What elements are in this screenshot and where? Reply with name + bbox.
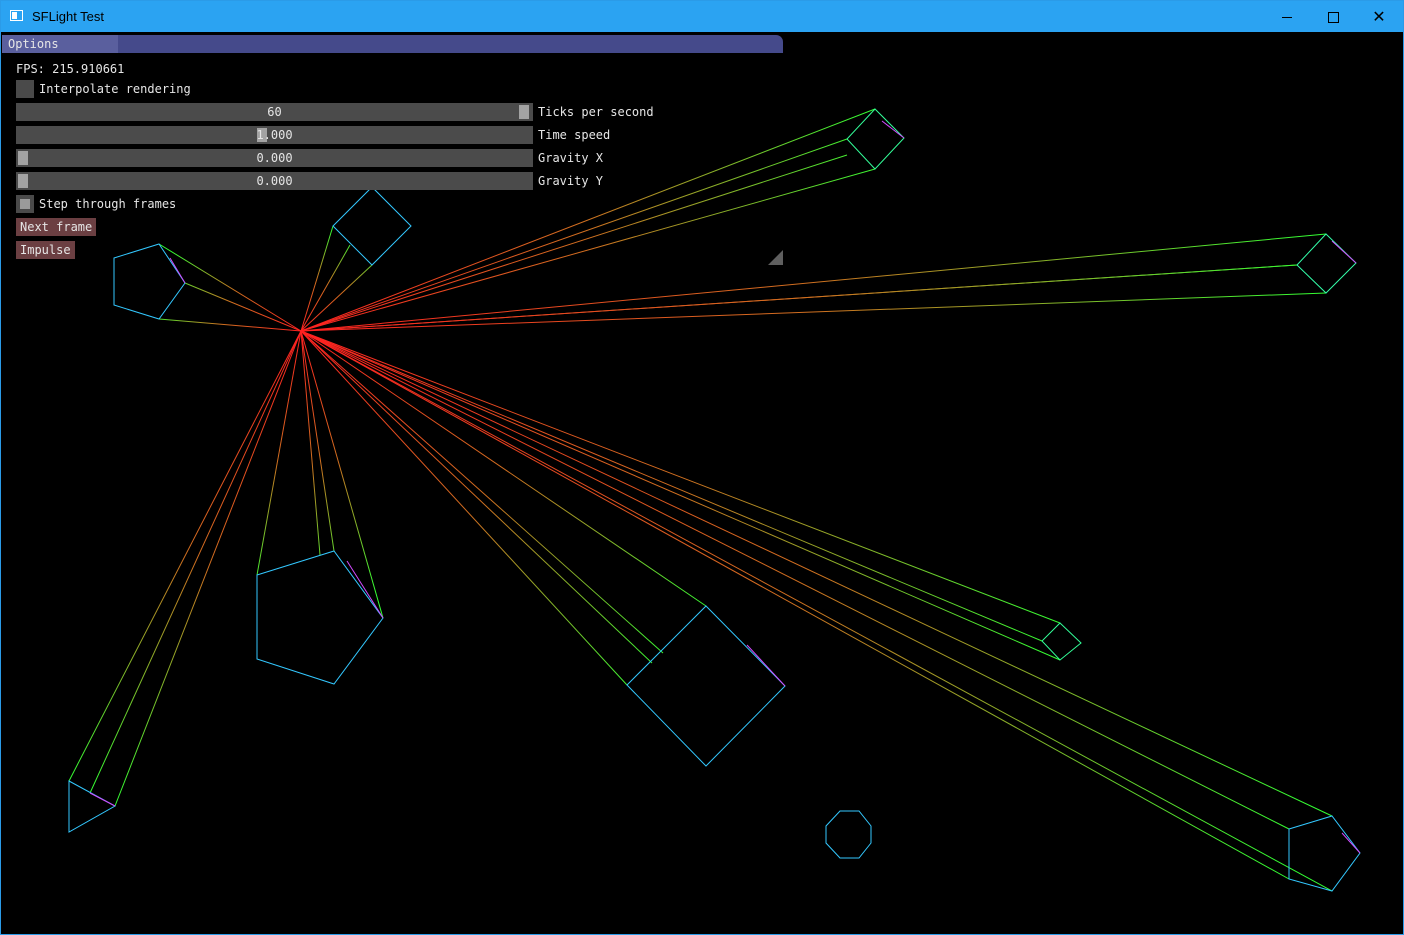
gravity-x-slider[interactable]: 0.000 xyxy=(16,149,533,167)
gravity-x-label: Gravity X xyxy=(538,151,604,165)
interpolate-checkbox[interactable] xyxy=(16,80,34,98)
scene-shapes xyxy=(68,108,1361,892)
ticks-per-second-label: Ticks per second xyxy=(538,105,654,119)
app-icon xyxy=(10,10,23,21)
maximize-icon xyxy=(1327,12,1339,23)
slider-value: 0.000 xyxy=(256,174,293,188)
ticks-per-second-slider[interactable]: 60 xyxy=(16,103,533,121)
interpolate-label: Interpolate rendering xyxy=(39,82,191,96)
maximize-button[interactable] xyxy=(1310,1,1356,32)
window-title: SFLight Test xyxy=(32,9,105,24)
impulse-button[interactable]: Impulse xyxy=(16,241,75,259)
checkbox-check-mark xyxy=(20,199,30,209)
light-rays xyxy=(68,108,1333,892)
app-window: SFLight Test ✕ Options FPS: 215.910661 I… xyxy=(0,0,1404,935)
slider-value: 1.000 xyxy=(256,128,293,142)
close-icon: ✕ xyxy=(1372,7,1386,26)
title-bar[interactable]: SFLight Test ✕ xyxy=(1,1,1403,32)
slider-value: 0.000 xyxy=(256,151,293,165)
next-frame-button[interactable]: Next frame xyxy=(16,218,97,236)
options-panel-titlebar[interactable]: Options xyxy=(2,35,783,53)
panel-resize-grip[interactable] xyxy=(768,250,783,265)
slider-value: 60 xyxy=(267,105,282,119)
close-button[interactable]: ✕ xyxy=(1356,1,1402,32)
fps-readout: FPS: 215.910661 xyxy=(16,62,125,76)
step-frames-label: Step through frames xyxy=(39,197,177,211)
step-frames-checkbox[interactable] xyxy=(16,195,34,213)
time-speed-slider[interactable]: 1.000 xyxy=(16,126,533,144)
time-speed-label: Time speed xyxy=(538,128,611,142)
scene-canvas[interactable] xyxy=(2,33,1402,933)
options-panel-title: Options xyxy=(8,37,59,51)
minimize-button[interactable] xyxy=(1264,1,1310,32)
gravity-y-label: Gravity Y xyxy=(538,174,604,188)
minimize-icon xyxy=(1282,17,1292,18)
gravity-y-slider[interactable]: 0.000 xyxy=(16,172,533,190)
